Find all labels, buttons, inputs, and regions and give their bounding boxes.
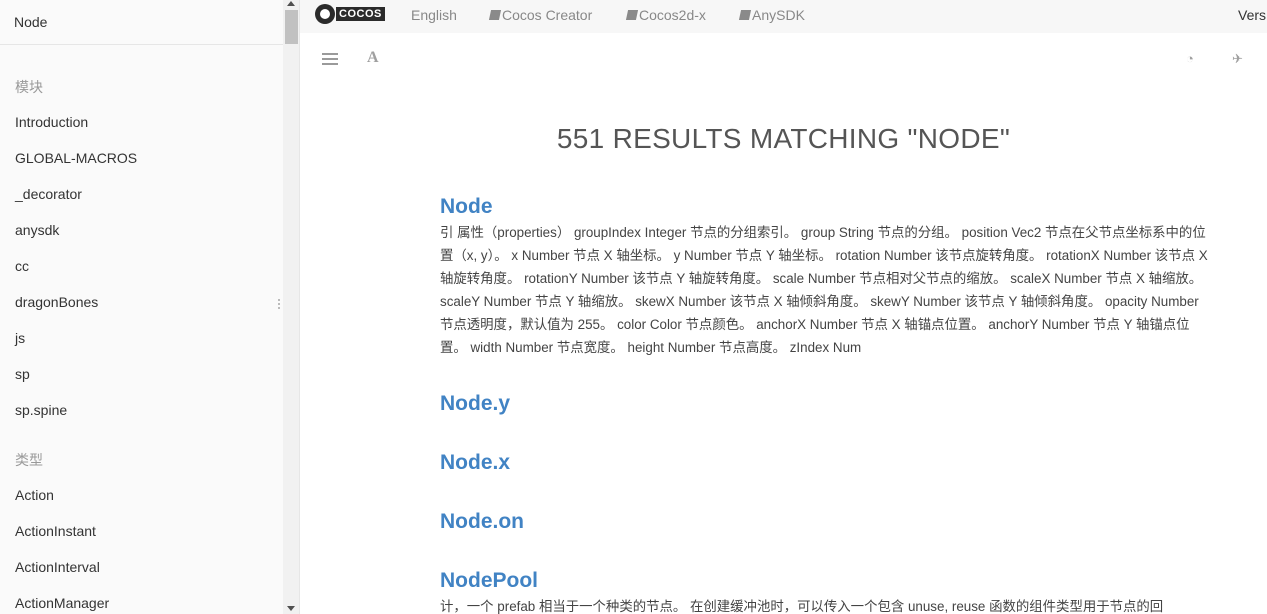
- font-settings-icon[interactable]: A: [367, 49, 379, 67]
- result-item: NodePool 计，一个 prefab 相当于一个种类的节点。 在创建缓冲池时…: [440, 569, 1215, 614]
- sidebar-item-action[interactable]: Action: [15, 487, 54, 503]
- result-excerpt: 计，一个 prefab 相当于一个种类的节点。 在创建缓冲池时，可以传入一个包含…: [440, 599, 1164, 614]
- top-navbar: COCOS English Cocos Creator Cocos2d-x An…: [300, 0, 1267, 33]
- scroll-up-arrow-icon[interactable]: [287, 1, 295, 6]
- link-anysdk[interactable]: AnySDK: [738, 7, 805, 23]
- twitter-share-icon[interactable]: ✈: [1232, 51, 1243, 67]
- menu-toggle-icon[interactable]: [322, 53, 338, 65]
- search-results: 551 RESULTS MATCHING "NODE" Node 引 属性（pr…: [300, 85, 1267, 614]
- sidebar-item-decorator[interactable]: _decorator: [15, 186, 82, 202]
- scroll-down-arrow-icon[interactable]: [287, 606, 295, 611]
- result-title-link[interactable]: Node: [440, 195, 1215, 219]
- link-cocos-creator-label: Cocos Creator: [502, 7, 593, 23]
- cocos-logo-icon: [315, 4, 335, 24]
- sidebar-item-sp-spine[interactable]: sp.spine: [15, 402, 67, 418]
- scroll-thumb[interactable]: [285, 10, 298, 44]
- sidebar-item-introduction[interactable]: Introduction: [15, 114, 88, 130]
- result-title-link[interactable]: NodePool: [440, 569, 1215, 593]
- sidebar-item-cc[interactable]: cc: [15, 258, 29, 274]
- link-cocos2d-x[interactable]: Cocos2d-x: [625, 7, 706, 23]
- sidebar-item-anysdk[interactable]: anysdk: [15, 222, 59, 238]
- book-icon: [488, 10, 502, 20]
- version-menu[interactable]: Vers: [1238, 7, 1266, 23]
- link-cocos2d-x-label: Cocos2d-x: [639, 7, 706, 23]
- result-item: Node.y: [440, 392, 1215, 416]
- result-title-link[interactable]: Node.on: [440, 510, 1215, 534]
- sidebar-item-actionmanager[interactable]: ActionManager: [15, 595, 109, 611]
- result-title-link[interactable]: Node.y: [440, 392, 1215, 416]
- search-box: [0, 0, 283, 45]
- link-english[interactable]: English: [411, 7, 457, 23]
- result-title-link[interactable]: Node.x: [440, 451, 1215, 475]
- sidebar-item-dragonbones[interactable]: dragonBones: [15, 294, 98, 310]
- link-cocos-creator[interactable]: Cocos Creator: [488, 7, 593, 23]
- result-item: Node 引 属性（properties） groupIndex Integer…: [440, 195, 1215, 359]
- sidebar-scrollbar[interactable]: [283, 0, 299, 614]
- results-heading: 551 RESULTS MATCHING "NODE": [556, 123, 1011, 154]
- result-excerpt: 引 属性（properties） groupIndex Integer 节点的分…: [440, 225, 1208, 355]
- cocos-logo-text: COCOS: [336, 7, 385, 21]
- search-input[interactable]: [0, 0, 283, 44]
- sidebar: 模块 Introduction GLOBAL-MACROS _decorator…: [0, 0, 300, 614]
- section-header-modules: 模块: [15, 79, 43, 95]
- result-item: Node.on: [440, 510, 1215, 534]
- result-item: Node.x: [440, 451, 1215, 475]
- section-header-types: 类型: [15, 452, 43, 468]
- weibo-share-icon[interactable]: ◔: [1186, 51, 1194, 66]
- link-anysdk-label: AnySDK: [752, 7, 805, 23]
- sidebar-item-actioninterval[interactable]: ActionInterval: [15, 559, 100, 575]
- sidebar-item-sp[interactable]: sp: [15, 366, 30, 382]
- sidebar-item-global-macros[interactable]: GLOBAL-MACROS: [15, 150, 137, 166]
- sidebar-item-actioninstant[interactable]: ActionInstant: [15, 523, 96, 539]
- book-icon: [625, 10, 639, 20]
- cocos-logo[interactable]: COCOS: [315, 3, 385, 25]
- sidebar-item-js[interactable]: js: [15, 330, 25, 346]
- book-icon: [738, 10, 752, 20]
- content-toolbar: A ◔ ✈: [300, 33, 1267, 85]
- sidebar-resize-handle[interactable]: [277, 299, 281, 313]
